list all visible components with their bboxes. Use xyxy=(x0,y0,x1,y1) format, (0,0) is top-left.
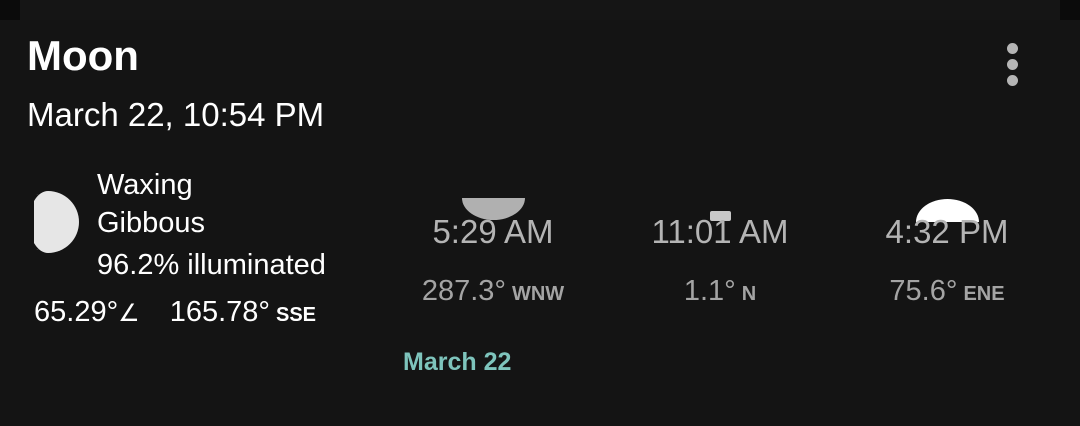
phase-line-1: Waxing xyxy=(97,169,193,201)
moon-phase-icon xyxy=(34,191,79,253)
current-position: 65.29°∠ 165.78° SSE xyxy=(34,293,316,334)
event-time: 11:01 AM xyxy=(651,213,789,250)
event-azimuth: 287.3° WNW xyxy=(383,273,603,312)
azimuth-direction: SSE xyxy=(275,304,317,326)
previous-card-edge xyxy=(20,0,1060,20)
card-title: Moon xyxy=(27,32,139,79)
event-azimuth: 75.6° ENE xyxy=(837,273,1057,312)
event-azimuth: 1.1° N xyxy=(610,273,830,312)
angle-icon: ∠ xyxy=(118,300,140,327)
top-strip xyxy=(0,0,1080,20)
date-time: March 22, 10:54 PM xyxy=(27,96,325,133)
event-time: 4:32 PM xyxy=(885,213,1009,250)
menu-dot xyxy=(1007,75,1018,86)
phase-name: Waxing Gibbous xyxy=(97,166,205,242)
azimuth-value: 1.1° xyxy=(683,275,736,307)
more-vert-icon[interactable] xyxy=(996,38,1030,92)
phase-line-2: Gibbous xyxy=(97,207,206,239)
azimuth-direction: WNW xyxy=(511,283,565,305)
menu-dot xyxy=(1007,43,1018,54)
event-time: 5:29 AM xyxy=(432,213,554,250)
date-link[interactable]: March 22 xyxy=(403,346,511,378)
azimuth-direction: ENE xyxy=(963,283,1005,305)
azimuth-value: 165.78° xyxy=(169,296,270,328)
azimuth-direction: N xyxy=(741,283,757,305)
azimuth-value: 287.3° xyxy=(421,275,506,307)
altitude-value: 65.29° xyxy=(34,296,119,328)
menu-dot xyxy=(1007,59,1018,70)
illumination: 96.2% illuminated xyxy=(97,249,326,281)
azimuth-value: 75.6° xyxy=(889,275,958,307)
